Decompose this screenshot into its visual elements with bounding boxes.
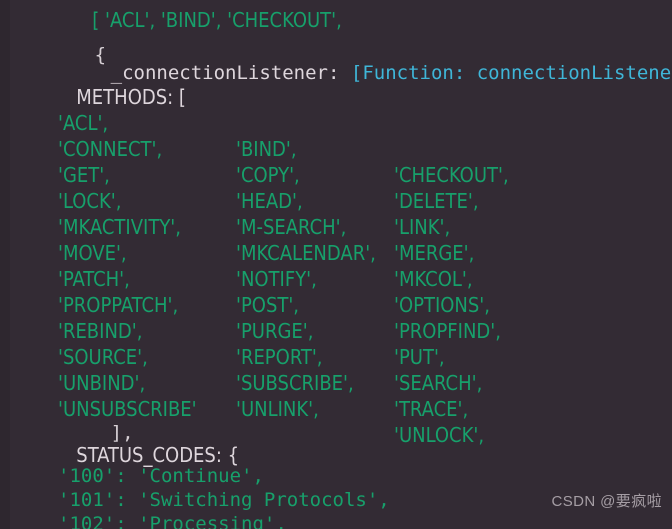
- status-code-row: '101': 'Switching Protocols',: [0, 461, 672, 511]
- methods-row: 'MKACTIVITY', 'MKCALENDAR', 'MKCOL',: [0, 188, 672, 291]
- methods-row: 'PROPPATCH', 'PURGE', 'PUT',: [0, 266, 672, 369]
- methods-key-line: METHODS: [: [0, 58, 672, 109]
- methods-row: 'REBIND', 'REPORT', 'SEARCH',: [0, 292, 672, 395]
- connection-listener-line: _connectionListener: [Function: connecti…: [0, 34, 672, 84]
- methods-row: 'PATCH', 'POST', 'PROPFIND',: [0, 240, 672, 343]
- status-code-row: '100': 'Continue',: [0, 437, 672, 487]
- methods-row: 'MOVE', 'NOTIFY', 'OPTIONS',: [0, 214, 672, 317]
- clipped-top-line: [ 'ACL', 'BIND', 'CHECKOUT',: [0, 0, 672, 32]
- status-code-row-clipped: '103': 'Early Hints': [0, 510, 672, 529]
- methods-row: 'SOURCE', 'SUBSCRIBE', 'TRACE',: [0, 318, 672, 421]
- terminal-screenshot: [ 'ACL', 'BIND', 'CHECKOUT', { _connecti…: [0, 0, 672, 529]
- methods-row: 'ACL', 'BIND', 'CHECKOUT',: [0, 84, 672, 187]
- methods-last-row: 'UNSUBSCRIBE': [0, 370, 672, 421]
- csdn-watermark: CSDN @要疯啦: [551, 493, 662, 510]
- methods-row: 'UNBIND', 'UNLINK', 'UNLOCK',: [0, 344, 672, 447]
- methods-row: 'GET', 'HEAD', 'LINK',: [0, 136, 672, 239]
- methods-row: 'CONNECT', 'COPY', 'DELETE',: [0, 110, 672, 213]
- methods-row: 'LOCK', 'M-SEARCH', 'MERGE',: [0, 162, 672, 265]
